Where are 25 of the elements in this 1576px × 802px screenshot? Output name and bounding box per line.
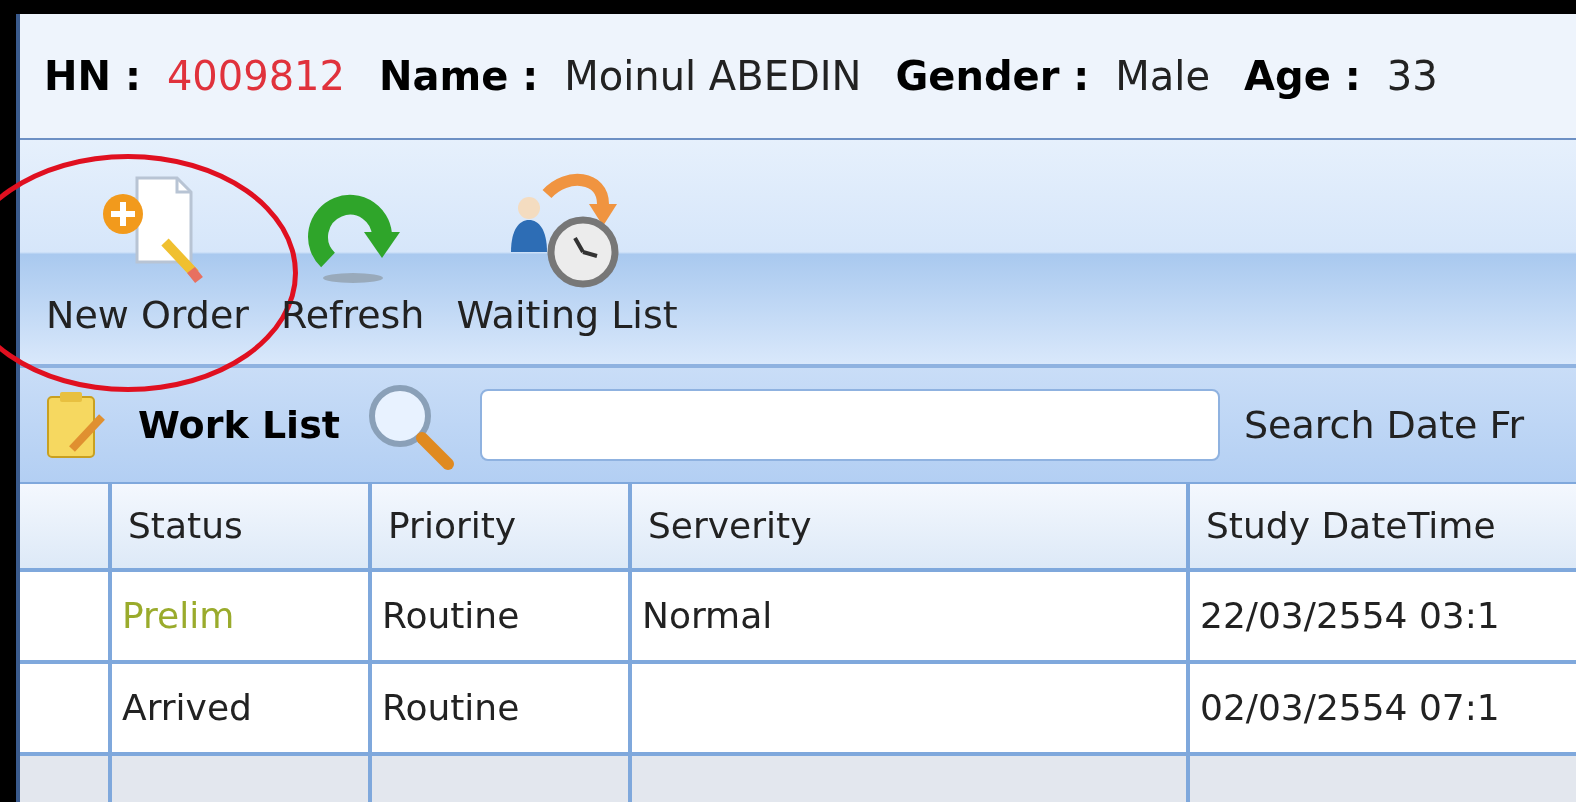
table-cell: Arrived bbox=[112, 664, 372, 752]
column-header[interactable]: Priority bbox=[372, 484, 632, 568]
table-cell-text: 02/03/2554 07:1 bbox=[1199, 686, 1501, 730]
column-header[interactable]: Status bbox=[112, 484, 372, 568]
toolbar-button[interactable]: New Order bbox=[40, 170, 255, 334]
toolbar-button[interactable]: Refresh bbox=[274, 180, 431, 334]
field-value: Moinul ABEDIN bbox=[564, 52, 862, 101]
table-cell: Routine bbox=[372, 572, 632, 660]
table-cell: Normal bbox=[632, 572, 1190, 660]
field-value: 4009812 bbox=[166, 52, 346, 101]
column-header[interactable]: Study DateTime bbox=[1190, 484, 1576, 568]
field-value: Male bbox=[1115, 52, 1211, 101]
search-field[interactable] bbox=[479, 389, 1220, 461]
column-header[interactable]: Serverity bbox=[632, 484, 1190, 568]
field-label: Age : bbox=[1244, 52, 1361, 101]
field-label: Name : bbox=[379, 52, 539, 101]
field-label: Gender : bbox=[895, 52, 1090, 101]
table-cell: Prelim bbox=[112, 572, 372, 660]
field-label: HN : bbox=[44, 52, 141, 101]
field-value: 33 bbox=[1386, 52, 1438, 101]
search-date-label: Search Date Fr bbox=[1243, 401, 1525, 449]
work-list-title: Work List bbox=[138, 401, 340, 449]
toolbar-button[interactable]: Waiting List bbox=[450, 170, 684, 334]
table-cell-text: 22/03/2554 03:1 bbox=[1199, 594, 1501, 638]
table-cell: Routine bbox=[372, 664, 632, 752]
